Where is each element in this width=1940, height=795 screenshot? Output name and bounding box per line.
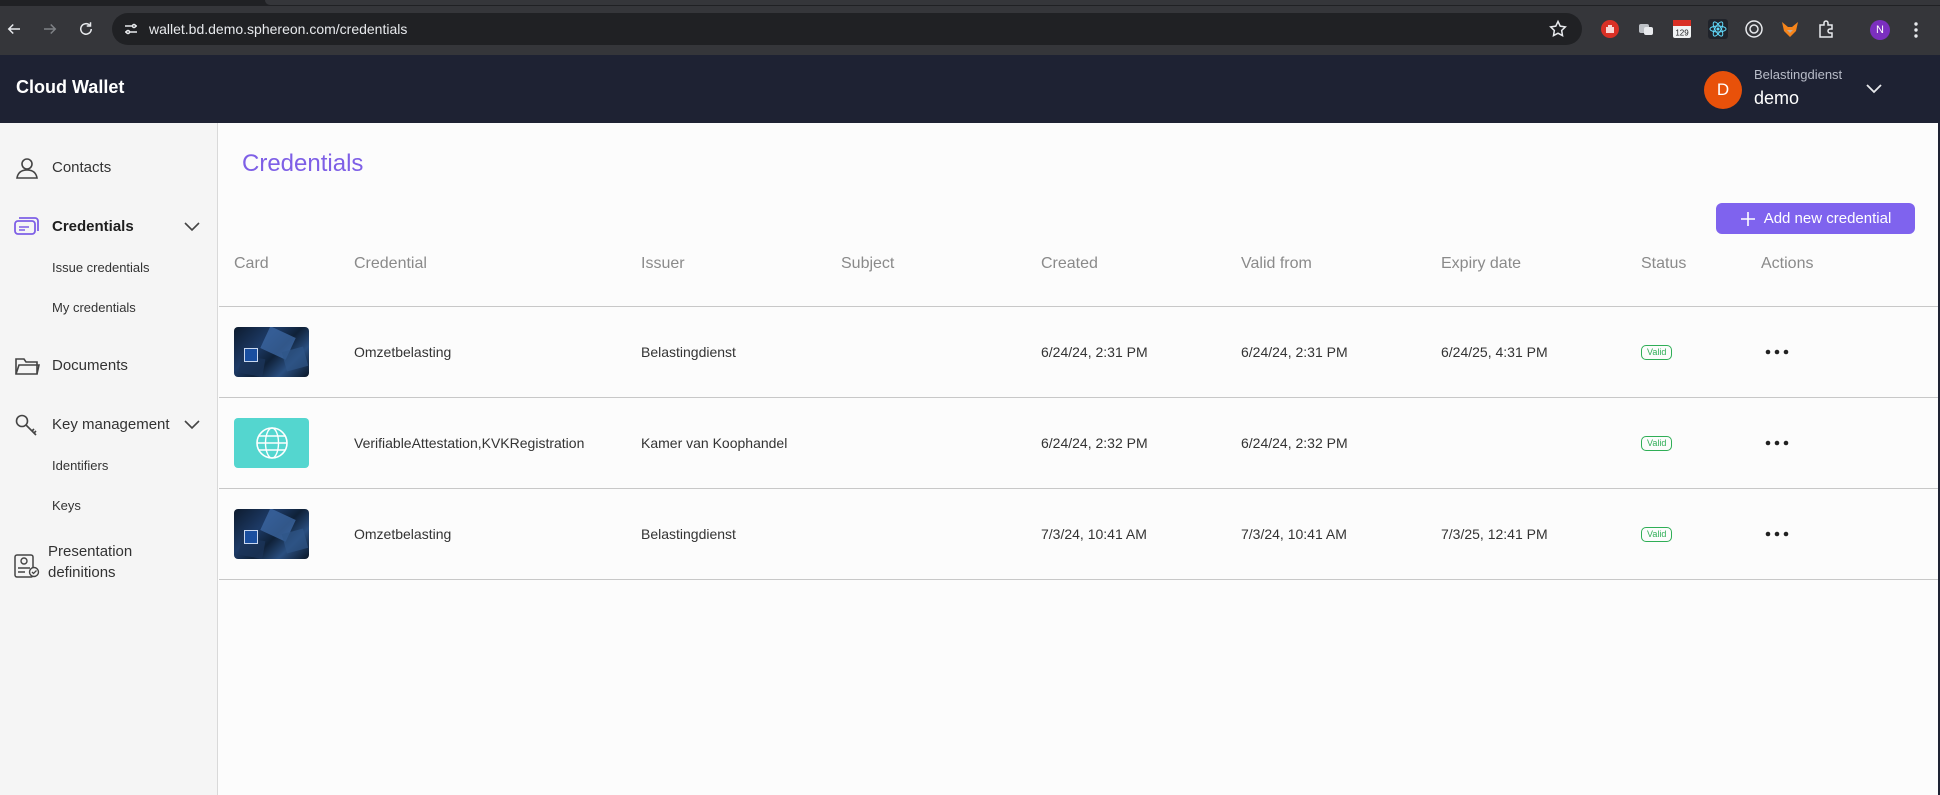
sidebar-item-documents[interactable]: Documents xyxy=(0,346,217,386)
url-text[interactable]: wallet.bd.demo.sphereon.com/credentials xyxy=(149,21,407,37)
issuer-name: Belastingdienst xyxy=(641,526,736,542)
person-icon xyxy=(16,158,38,179)
column-header-subject[interactable]: Subject xyxy=(841,255,894,273)
sidebar-item-credentials[interactable]: Credentials xyxy=(0,207,217,247)
credential-card-image[interactable] xyxy=(234,418,309,468)
sidebar-subitem-keys[interactable]: Keys xyxy=(52,498,81,513)
calendar-icon[interactable]: 129 xyxy=(1672,19,1692,39)
stop-hand-icon[interactable] xyxy=(1600,19,1620,39)
active-tab-edge xyxy=(265,0,1940,5)
add-button-label: Add new credential xyxy=(1763,210,1892,227)
more-actions-icon[interactable] xyxy=(1764,437,1790,449)
issuer-name: Belastingdienst xyxy=(641,344,736,360)
cards-icon xyxy=(14,217,39,235)
fox-icon[interactable] xyxy=(1780,19,1800,39)
table-header: Card Credential Issuer Subject Created V… xyxy=(219,251,1938,279)
site-settings-icon[interactable] xyxy=(122,20,140,38)
sidebar-item-label: Credentials xyxy=(52,218,134,235)
address-bar[interactable]: wallet.bd.demo.sphereon.com/credentials xyxy=(112,13,1582,45)
sidebar-subitem-issue-credentials[interactable]: Issue credentials xyxy=(52,260,150,275)
column-header-issuer[interactable]: Issuer xyxy=(641,255,685,273)
sidebar-item-label: Documents xyxy=(52,357,128,374)
sidebar-item-label: Key management xyxy=(52,416,170,433)
credential-card-image[interactable] xyxy=(234,509,309,559)
more-actions-icon[interactable] xyxy=(1764,346,1790,358)
bookmark-star-icon[interactable] xyxy=(1548,19,1568,39)
key-icon xyxy=(15,414,37,436)
created-date: 6/24/24, 2:31 PM xyxy=(1041,344,1148,360)
globe-icon xyxy=(255,427,288,459)
valid-from-date: 7/3/24, 10:41 AM xyxy=(1241,526,1347,542)
column-header-card[interactable]: Card xyxy=(234,255,269,273)
browser-menu-icon[interactable] xyxy=(1908,20,1924,40)
created-date: 7/3/24, 10:41 AM xyxy=(1041,526,1147,542)
table-row[interactable]: Omzetbelasting Belastingdienst 6/24/24, … xyxy=(219,307,1938,398)
sidebar-subitem-identifiers[interactable]: Identifiers xyxy=(52,458,108,473)
column-header-credential[interactable]: Credential xyxy=(354,255,427,273)
sidebar: Contacts Credentials Issue credentials M… xyxy=(0,123,218,795)
target-icon[interactable] xyxy=(1744,19,1764,39)
sidebar-item-label: Contacts xyxy=(52,159,112,176)
belastingdienst-logo-icon xyxy=(244,348,258,362)
brand-title: Cloud Wallet xyxy=(16,77,125,97)
created-date: 6/24/24, 2:32 PM xyxy=(1041,435,1148,451)
user-menu-chevron-icon[interactable] xyxy=(1864,81,1884,97)
sidebar-item-key-management[interactable]: Key management xyxy=(0,405,217,445)
page-title: Credentials xyxy=(242,150,364,177)
react-icon[interactable] xyxy=(1708,19,1728,39)
valid-from-date: 6/24/24, 2:32 PM xyxy=(1241,435,1348,451)
credential-name: VerifiableAttestation,KVKRegistration xyxy=(354,435,585,451)
expiry-date: 7/3/25, 12:41 PM xyxy=(1441,526,1548,542)
credential-name: Omzetbelasting xyxy=(354,526,452,542)
column-header-expiry-date[interactable]: Expiry date xyxy=(1441,255,1521,273)
table-row[interactable]: Omzetbelasting Belastingdienst 7/3/24, 1… xyxy=(219,489,1938,580)
back-icon[interactable] xyxy=(1,16,27,42)
column-header-created[interactable]: Created xyxy=(1041,255,1098,273)
valid-from-date: 6/24/24, 2:31 PM xyxy=(1241,344,1348,360)
calendar-badge-text: 129 xyxy=(1675,29,1689,38)
tab-strip xyxy=(0,0,1940,6)
user-organization: Belastingdienst xyxy=(1754,67,1843,82)
sidebar-item-label-line1: Presentation xyxy=(48,543,133,560)
extension-icon[interactable] xyxy=(1636,19,1656,39)
chevron-down-icon[interactable] xyxy=(183,219,201,235)
table-row[interactable]: VerifiableAttestation,KVKRegistration Ka… xyxy=(219,398,1938,489)
belastingdienst-logo-icon xyxy=(244,530,258,544)
folder-icon xyxy=(15,358,40,375)
more-actions-icon[interactable] xyxy=(1764,528,1790,540)
sidebar-item-presentation-definitions[interactable]: Presentation definitions xyxy=(0,541,217,591)
expiry-date: 6/24/25, 4:31 PM xyxy=(1441,344,1548,360)
credential-card-image[interactable] xyxy=(234,327,309,377)
issuer-name: Kamer van Koophandel xyxy=(641,435,788,451)
column-header-valid-from[interactable]: Valid from xyxy=(1241,255,1312,273)
sidebar-item-label-line2: definitions xyxy=(48,564,116,581)
column-header-actions: Actions xyxy=(1761,255,1814,272)
app-header: Cloud Wallet D Belastingdienst demo xyxy=(0,55,1940,123)
forward-icon[interactable] xyxy=(37,16,63,42)
sidebar-subitem-my-credentials[interactable]: My credentials xyxy=(52,300,136,315)
user-name: demo xyxy=(1754,88,1800,108)
credential-name: Omzetbelasting xyxy=(354,344,452,360)
plus-icon xyxy=(1740,211,1755,226)
main-content: Credentials Add new credential Card Cred… xyxy=(219,123,1938,795)
reload-icon[interactable] xyxy=(73,16,99,42)
status-badge: Valid xyxy=(1641,527,1673,542)
profile-avatar[interactable]: N xyxy=(1870,20,1890,40)
add-new-credential-button[interactable]: Add new credential xyxy=(1716,203,1915,234)
browser-toolbar: wallet.bd.demo.sphereon.com/credentials … xyxy=(0,0,1940,55)
column-header-status[interactable]: Status xyxy=(1641,255,1686,273)
status-badge: Valid xyxy=(1641,436,1673,451)
sidebar-item-contacts[interactable]: Contacts xyxy=(0,148,217,188)
chevron-down-icon[interactable] xyxy=(183,417,201,433)
presentation-icon xyxy=(14,554,40,578)
status-badge: Valid xyxy=(1641,345,1673,360)
user-avatar[interactable]: D xyxy=(1704,71,1742,109)
puzzle-icon[interactable] xyxy=(1816,19,1836,39)
